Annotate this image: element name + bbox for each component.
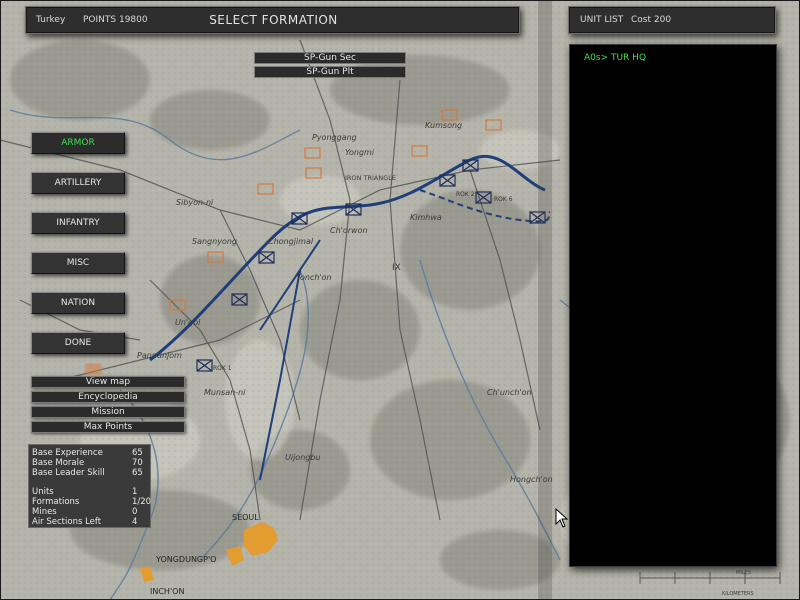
map-label-chongjimal: Chongjimal: [268, 237, 314, 246]
map-label-uijongbu: Uijongbu: [285, 453, 321, 462]
map-label-kimhwa: Kimhwa: [410, 213, 442, 222]
map-label-chunchon: Ch'unch'on: [487, 388, 532, 397]
map-label-ungol: Un'gol: [175, 318, 201, 327]
map-label-inchon: INCH'ON: [150, 587, 184, 596]
map-label-yonchon: Yonch'on: [296, 273, 332, 282]
map-scale-kilometers: KILOMETERS: [722, 591, 754, 597]
map-label-sibyon-ni: Sibyon-ni: [176, 198, 214, 207]
map-scale-miles: MILES: [736, 570, 751, 576]
map-label-iron-triangle: IRON TRIANGLE: [345, 174, 396, 182]
map-label-rok-6: ROK 6: [494, 196, 513, 203]
map-labels: Pyonggang Kumsong Yongmi IRON TRIANGLE S…: [137, 121, 754, 597]
map-label-chorwon: Ch'orwon: [330, 226, 368, 235]
map-label-pannunjom: Pannunjom: [137, 351, 182, 360]
map-label-hongchon: Hongch'on: [510, 475, 553, 484]
map-label-sangnyong: Sangnyong: [192, 237, 237, 246]
map-label-seoul: SEOUL: [232, 513, 259, 522]
map-label-munsan-ni: Munsan-ni: [204, 388, 246, 397]
map-label-yongmi: Yongmi: [345, 148, 375, 157]
map-label-pyonggang: Pyonggang: [312, 133, 357, 142]
map-label-rok-2: ROK 2: [456, 191, 475, 198]
map-label-kumsong: Kumsong: [425, 121, 462, 130]
map-label-ix-corps: IX: [392, 263, 401, 273]
map-label-rok-1: ROK 1: [213, 365, 232, 372]
map-label-yongdungpo: YONGDUNGP'O: [155, 555, 216, 564]
mouse-cursor-icon: [555, 508, 569, 528]
